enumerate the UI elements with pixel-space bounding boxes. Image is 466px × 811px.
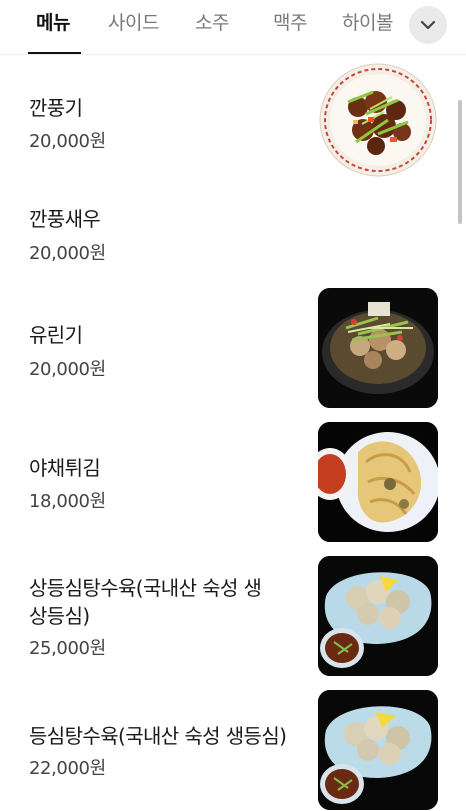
menu-item-name: 야채튀김 [29, 456, 101, 480]
yuringi-dish-photo [318, 288, 438, 408]
more-categories-button[interactable] [409, 6, 447, 44]
tab-side[interactable]: 사이드 [108, 8, 159, 35]
menu-item-name: 등심탕수육(국내산 숙성 생등심) [29, 724, 287, 748]
menu-item-name-line2: 상등심) [29, 604, 90, 628]
menu-item-name: 유린기 [29, 323, 83, 347]
menu-item-price: 20,000원 [29, 131, 106, 152]
menu-item-yuringi[interactable]: 유린기 20,000원 [0, 285, 466, 410]
sweet-sour-pork-photo [318, 556, 438, 676]
chevron-down-icon [420, 20, 436, 30]
menu-item-kkanpunggi[interactable]: 깐풍기 20,000원 [0, 55, 466, 195]
menu-item-name: 깐풍새우 [29, 207, 101, 231]
menu-item-kkanpung-shrimp[interactable]: 깐풍새우 20,000원 [0, 195, 466, 280]
tab-menu[interactable]: 메뉴 [36, 8, 70, 35]
menu-item-name: 깐풍기 [29, 96, 83, 120]
vegetable-tempura-photo [318, 422, 438, 542]
menu-item-price: 20,000원 [29, 359, 106, 380]
menu-screen: 메뉴 사이드 소주 맥주 하이볼 깐풍기 20,000원 깐풍새우 20,000… [0, 0, 466, 811]
scrollbar[interactable] [458, 100, 462, 224]
tab-beer[interactable]: 맥주 [273, 8, 307, 35]
tab-highball[interactable]: 하이볼 [342, 8, 393, 35]
menu-item-name-line1: 상등심탕수육(국내산 숙성 생 [29, 576, 262, 600]
menu-item-premium-sweet-sour-pork[interactable]: 상등심탕수육(국내산 숙성 생 상등심) 25,000원 [0, 555, 466, 680]
category-tab-bar: 메뉴 사이드 소주 맥주 하이볼 [0, 0, 466, 55]
menu-item-price: 20,000원 [29, 243, 106, 264]
kkanpunggi-dish-photo [318, 62, 438, 182]
menu-item-price: 18,000원 [29, 491, 106, 512]
menu-item-price: 25,000원 [29, 638, 106, 659]
menu-item-price: 22,000원 [29, 758, 106, 779]
menu-item-vegetable-tempura[interactable]: 야채튀김 18,000원 [0, 420, 466, 545]
active-tab-indicator [28, 52, 81, 54]
sweet-sour-pork-photo-2 [318, 690, 438, 810]
menu-item-sweet-sour-pork[interactable]: 등심탕수육(국내산 숙성 생등심) 22,000원 [0, 690, 466, 811]
tab-soju[interactable]: 소주 [195, 8, 229, 35]
